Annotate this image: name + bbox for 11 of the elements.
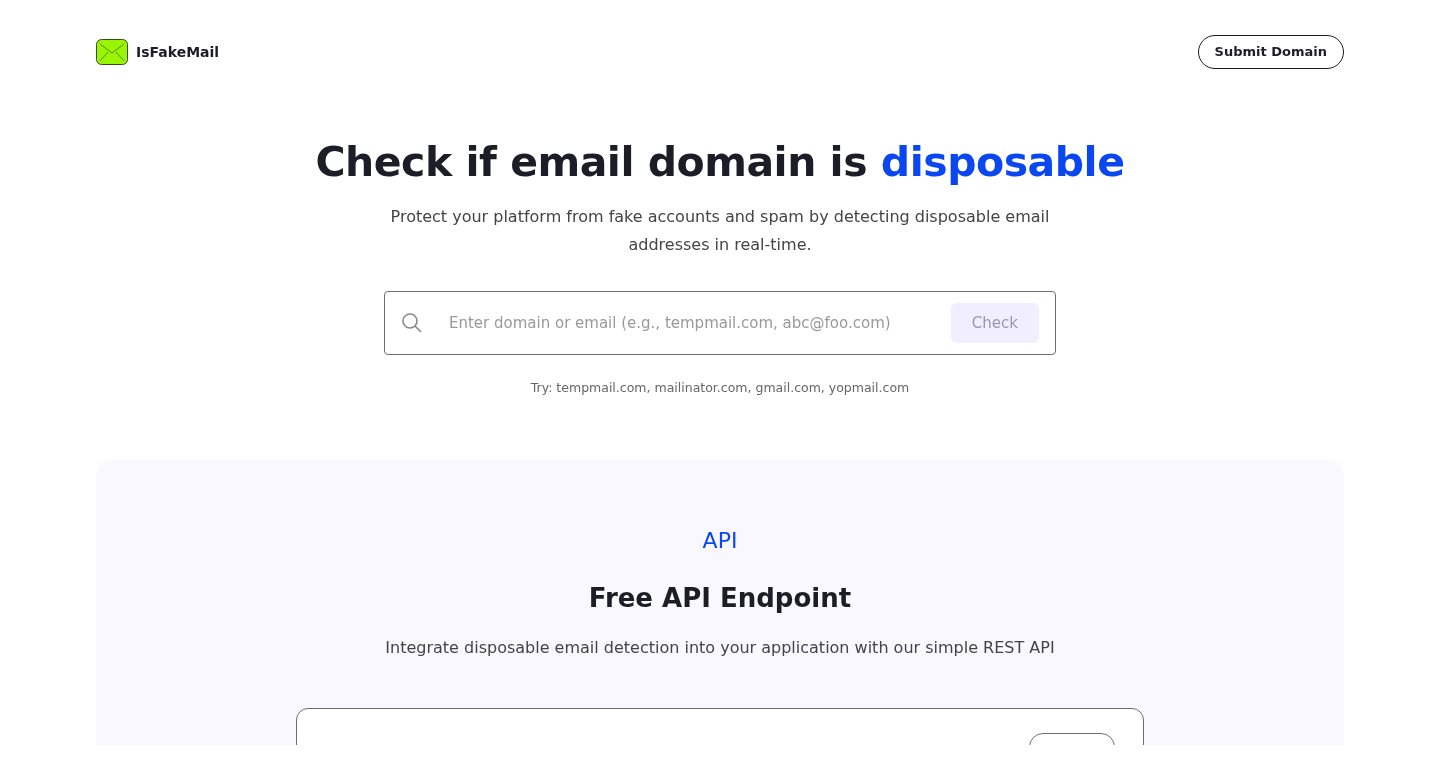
envelope-icon <box>96 39 128 65</box>
hero-subtitle: Protect your platform from fake accounts and spam by detecting disposable email addresses in real-time. <box>390 206 1050 257</box>
highlighted-title-word: disposable <box>880 138 1125 186</box>
title-text: Check if email domain is <box>315 138 869 186</box>
api-tag: API <box>96 523 1344 557</box>
search-icon <box>401 312 423 335</box>
api-description: Integrate disposable email detection into your application with our simple REST API <box>384 636 1056 659</box>
api-title: Free API Endpoint <box>587 581 853 615</box>
example-domains: Try: tempmail.com, mailinator.com, gmail.com, yopmail.com <box>529 379 911 398</box>
brand-name[interactable]: IsFakeMail <box>136 41 220 63</box>
submit-domain-button[interactable]: Submit Domain <box>1197 35 1344 69</box>
